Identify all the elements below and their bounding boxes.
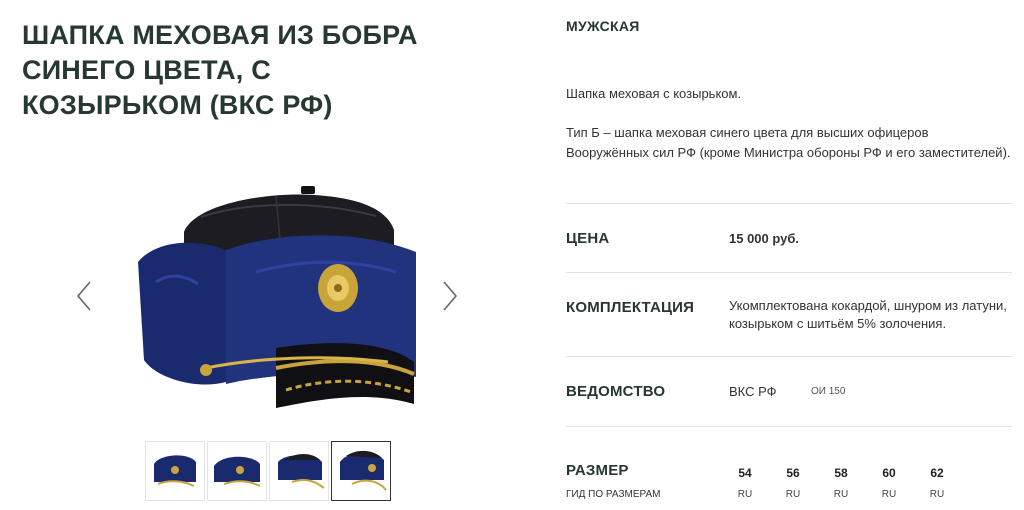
divider — [566, 426, 1012, 427]
chevron-right-icon — [443, 281, 458, 311]
product-main-image — [126, 172, 416, 434]
gallery-thumbnails — [145, 441, 391, 501]
department-label: ВЕДОМСТВО — [566, 383, 666, 400]
size-option-58[interactable]: 58 RU — [817, 466, 865, 500]
divider — [566, 272, 1012, 273]
size-option-62[interactable]: 62 RU — [913, 466, 961, 500]
kit-value: Укомплектована кокардой, шнуром из латун… — [729, 298, 1007, 331]
product-category: МУЖСКАЯ — [566, 18, 640, 34]
size-option-60[interactable]: 60 RU — [865, 466, 913, 500]
price-value: 15 000 руб. — [729, 231, 800, 246]
product-title: ШАПКА МЕХОВАЯ ИЗ БОБРА СИНЕГО ЦВЕТА, С К… — [22, 20, 418, 120]
product-description-long: Тип Б – шапка меховая синего цвета для в… — [566, 125, 1011, 160]
thumbnail-2[interactable] — [207, 441, 267, 501]
gallery-next-button[interactable] — [440, 278, 460, 314]
product-gallery — [60, 160, 480, 440]
gallery-prev-button[interactable] — [74, 278, 94, 314]
department-code: ОИ 150 — [811, 386, 846, 397]
thumbnail-3[interactable] — [269, 441, 329, 501]
department-value: ВКС РФ — [729, 384, 777, 399]
thumbnail-4[interactable] — [331, 441, 391, 501]
product-description-short: Шапка меховая с козырьком. — [566, 86, 742, 101]
thumbnail-1[interactable] — [145, 441, 205, 501]
size-options: 54 RU 56 RU 58 RU 60 RU 62 RU — [721, 466, 961, 500]
chevron-left-icon — [76, 281, 91, 311]
price-label: ЦЕНА — [566, 230, 610, 247]
divider — [566, 356, 1012, 357]
size-option-56[interactable]: 56 RU — [769, 466, 817, 500]
size-option-54[interactable]: 54 RU — [721, 466, 769, 500]
kit-label: КОМПЛЕКТАЦИЯ — [566, 299, 695, 316]
size-guide-link[interactable]: ГИД ПО РАЗМЕРАМ — [566, 489, 661, 500]
divider — [566, 203, 1012, 204]
size-label: РАЗМЕР — [566, 462, 629, 479]
